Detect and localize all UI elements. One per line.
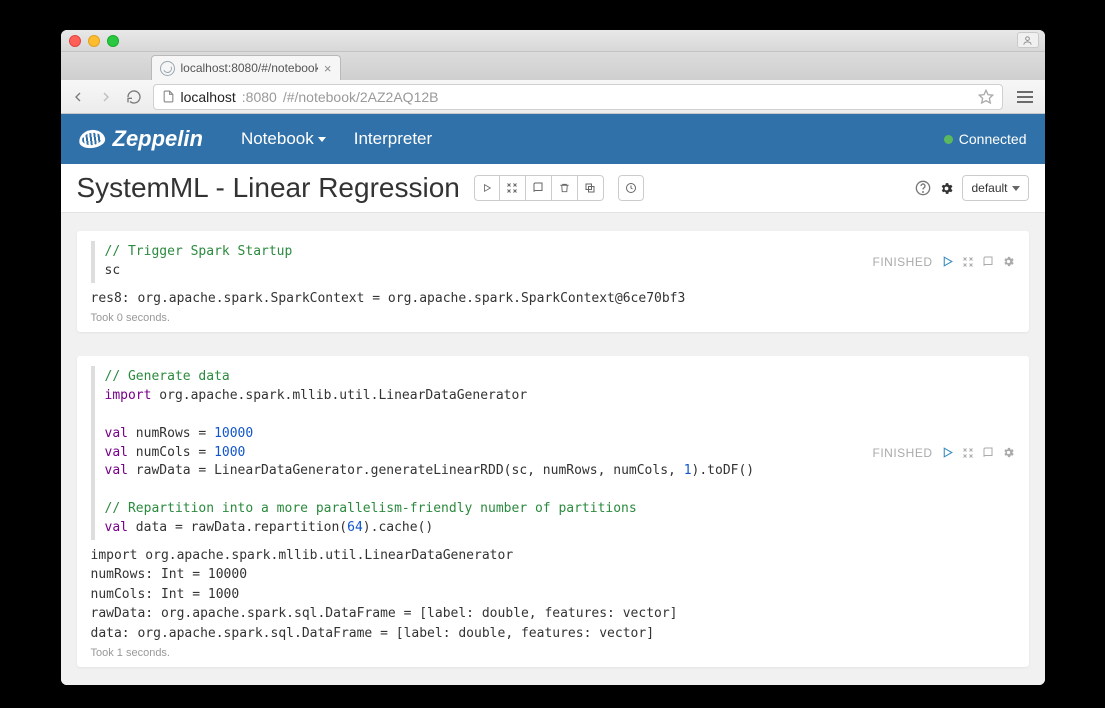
kw: val xyxy=(105,445,128,460)
kw: val xyxy=(105,463,128,478)
run-icon[interactable] xyxy=(941,446,954,459)
zeppelin-icon xyxy=(77,128,105,149)
profile-button[interactable] xyxy=(1017,32,1039,48)
back-button[interactable] xyxy=(69,89,87,105)
tab-close-button[interactable]: × xyxy=(324,61,332,76)
default-dropdown[interactable]: default xyxy=(962,175,1028,201)
collapse-button[interactable] xyxy=(500,175,526,201)
notebook-title[interactable]: SystemML - Linear Regression xyxy=(77,172,460,204)
code-editor-1[interactable]: // Trigger Spark Startup sc xyxy=(91,241,873,283)
url-host: localhost xyxy=(181,89,236,105)
delete-button[interactable] xyxy=(552,175,578,201)
code-line: data = rawData.repartition( xyxy=(128,520,347,535)
globe-icon xyxy=(160,61,175,76)
nav-interpreter-label: Interpreter xyxy=(354,129,432,149)
window-minimize-button[interactable] xyxy=(88,35,100,47)
page-icon xyxy=(162,89,175,104)
status-badge: FINISHED xyxy=(872,255,932,269)
took-2: Took 1 seconds. xyxy=(91,647,1015,659)
zeppelin-logo[interactable]: Zeppelin xyxy=(79,126,203,152)
notebook-body: // Trigger Spark Startup sc FINISHED res… xyxy=(61,213,1045,685)
paragraph-1: // Trigger Spark Startup sc FINISHED res… xyxy=(77,231,1029,332)
num: 10000 xyxy=(214,426,253,441)
url-field[interactable]: localhost :8080 /#/notebook/2AZ2AQ12B xyxy=(153,84,1003,110)
paragraph-tools-2: FINISHED xyxy=(872,366,1014,540)
window-close-button[interactable] xyxy=(69,35,81,47)
tab-strip: localhost:8080/#/notebook × xyxy=(61,52,1045,80)
status-badge: FINISHED xyxy=(872,446,932,460)
kw: val xyxy=(105,426,128,441)
code-line: numCols = xyxy=(128,445,214,460)
scheduler-button[interactable] xyxy=(618,175,644,201)
nav-notebook[interactable]: Notebook xyxy=(241,129,326,149)
kw: import xyxy=(105,388,152,403)
bookmark-star-icon[interactable] xyxy=(978,89,994,105)
settings-button[interactable] xyxy=(939,181,954,196)
main-nav: Notebook Interpreter xyxy=(241,129,432,149)
code-line: ).toDF() xyxy=(692,463,755,478)
status-dot-icon xyxy=(944,135,953,144)
took-1: Took 0 seconds. xyxy=(91,312,1015,324)
app-header: Zeppelin Notebook Interpreter Connected xyxy=(61,114,1045,164)
output-1: res8: org.apache.spark.SparkContext = or… xyxy=(91,289,1015,309)
user-icon xyxy=(1022,35,1033,46)
window-titlebar xyxy=(61,30,1045,52)
paragraph-tools-1: FINISHED xyxy=(872,241,1014,283)
caret-down-icon xyxy=(1012,186,1020,191)
code-editor-2[interactable]: // Generate data import org.apache.spark… xyxy=(91,366,873,540)
code-line: ).cache() xyxy=(363,520,433,535)
status-text: Connected xyxy=(959,131,1027,147)
url-path: /#/notebook/2AZ2AQ12B xyxy=(283,89,439,105)
code-line: numRows = xyxy=(128,426,214,441)
collapse-icon[interactable] xyxy=(962,447,974,459)
kw: val xyxy=(105,520,128,535)
address-bar: localhost :8080 /#/notebook/2AZ2AQ12B xyxy=(61,80,1045,114)
menu-button[interactable] xyxy=(1013,87,1037,107)
book-icon[interactable] xyxy=(982,256,994,268)
browser-window: localhost:8080/#/notebook × localhost:80… xyxy=(61,30,1045,685)
gear-icon[interactable] xyxy=(1002,255,1015,268)
url-port: :8080 xyxy=(242,89,277,105)
clone-button[interactable] xyxy=(578,175,604,201)
book-icon[interactable] xyxy=(982,447,994,459)
gear-icon[interactable] xyxy=(1002,446,1015,459)
default-label: default xyxy=(971,181,1007,195)
help-button[interactable] xyxy=(915,180,931,196)
nav-interpreter[interactable]: Interpreter xyxy=(354,129,432,149)
show-output-button[interactable] xyxy=(526,175,552,201)
code-line: rawData = LinearDataGenerator.generateLi… xyxy=(128,463,684,478)
paragraph-2: // Generate data import org.apache.spark… xyxy=(77,356,1029,667)
tab-title: localhost:8080/#/notebook xyxy=(181,61,318,75)
nav-notebook-label: Notebook xyxy=(241,129,314,149)
num: 64 xyxy=(347,520,363,535)
reload-button[interactable] xyxy=(125,89,143,105)
code-comment: // Repartition into a more parallelism-f… xyxy=(105,501,637,516)
notebook-toolbar: SystemML - Linear Regression xyxy=(61,164,1045,213)
num: 1 xyxy=(684,463,692,478)
code-comment: // Generate data xyxy=(105,369,230,384)
code-line: org.apache.spark.mllib.util.LinearDataGe… xyxy=(151,388,527,403)
brand-text: Zeppelin xyxy=(113,126,203,152)
nb-actions xyxy=(474,175,604,201)
code-line: sc xyxy=(105,263,121,278)
browser-tab[interactable]: localhost:8080/#/notebook × xyxy=(151,55,341,80)
run-icon[interactable] xyxy=(941,255,954,268)
caret-down-icon xyxy=(318,137,326,142)
window-maximize-button[interactable] xyxy=(107,35,119,47)
connection-status: Connected xyxy=(944,131,1027,147)
output-2: import org.apache.spark.mllib.util.Linea… xyxy=(91,546,1015,644)
forward-button[interactable] xyxy=(97,89,115,105)
num: 1000 xyxy=(214,445,245,460)
code-comment: // Trigger Spark Startup xyxy=(105,244,293,259)
collapse-icon[interactable] xyxy=(962,256,974,268)
run-all-button[interactable] xyxy=(474,175,500,201)
